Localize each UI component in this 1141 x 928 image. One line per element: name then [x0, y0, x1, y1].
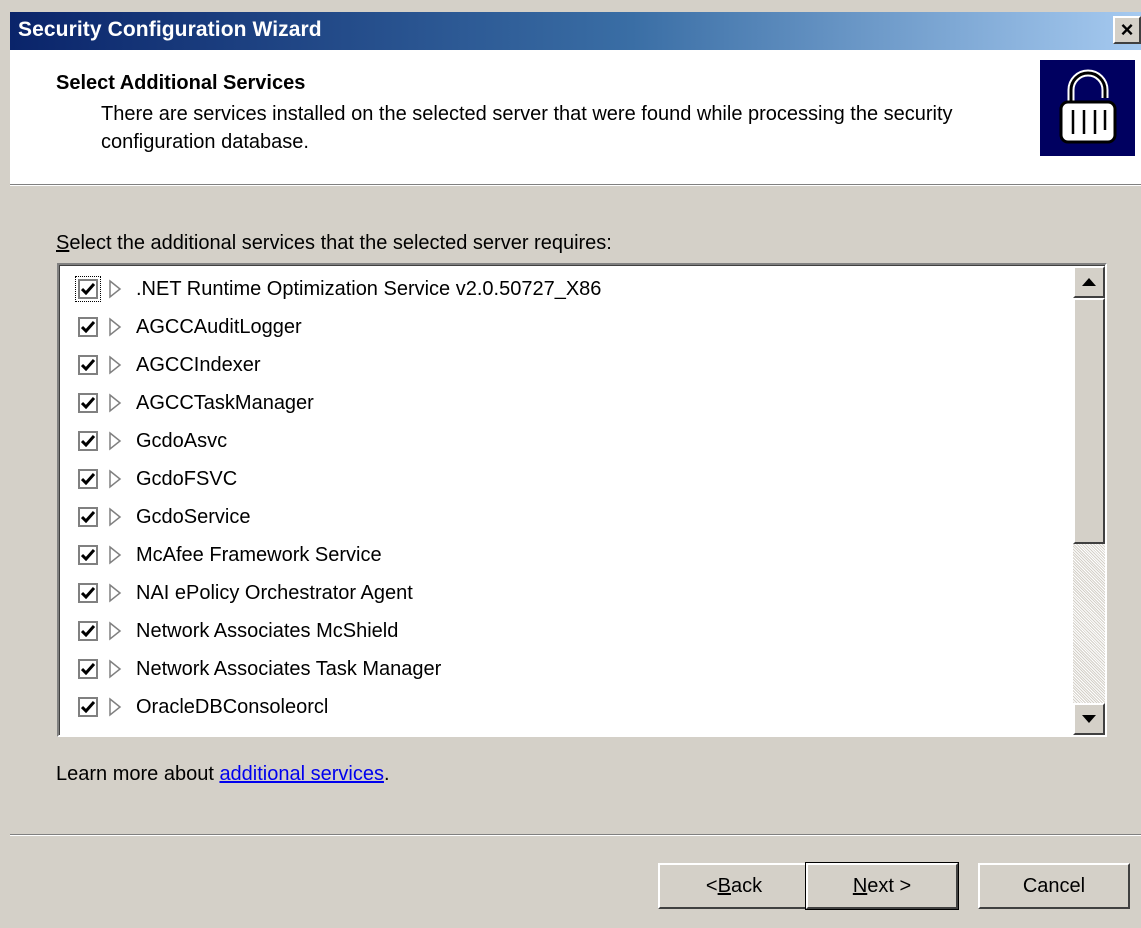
learn-more-suffix: . — [383, 763, 390, 785]
service-label: Network Associates McShield — [136, 619, 399, 642]
service-checkbox[interactable] — [75, 276, 101, 302]
checkmark-icon — [81, 701, 95, 713]
scroll-thumb[interactable] — [1073, 298, 1105, 544]
service-checkbox[interactable] — [78, 621, 98, 641]
additional-services-link[interactable]: additional services — [219, 763, 384, 785]
next-rest: ext > — [867, 874, 912, 897]
list-item[interactable]: OracleDBConsoleorcl — [78, 688, 1068, 726]
service-checkbox[interactable] — [78, 659, 98, 679]
list-item[interactable]: AGCCIndexer — [78, 346, 1068, 384]
service-label: McAfee Framework Service — [136, 543, 382, 566]
service-label: NAI ePolicy Orchestrator Agent — [136, 581, 413, 604]
cancel-button[interactable]: Cancel — [978, 863, 1130, 909]
checkmark-icon — [81, 397, 95, 409]
back-mnemonic: B — [717, 874, 731, 897]
expand-arrow-icon[interactable] — [108, 431, 122, 451]
padlock-icon — [1040, 60, 1135, 156]
checkmark-icon — [81, 435, 95, 447]
close-button[interactable]: × — [1113, 16, 1141, 44]
arrow-up-icon — [1082, 278, 1096, 286]
service-label: OracleDBConsoleorcl — [136, 695, 329, 718]
service-checkbox[interactable] — [78, 469, 98, 489]
expand-arrow-icon[interactable] — [108, 355, 122, 375]
learn-more-prefix: Learn more about — [56, 763, 220, 785]
next-button[interactable]: Next > — [805, 862, 959, 910]
header-separator — [10, 184, 1141, 186]
services-list[interactable]: .NET Runtime Optimization Service v2.0.5… — [57, 263, 1107, 737]
back-rest: ack — [730, 874, 763, 897]
service-checkbox[interactable] — [78, 697, 98, 717]
arrow-down-icon — [1082, 715, 1096, 723]
checkmark-icon — [81, 549, 95, 561]
expand-arrow-icon[interactable] — [108, 317, 122, 337]
expand-arrow-icon[interactable] — [108, 621, 122, 641]
expand-arrow-icon[interactable] — [108, 583, 122, 603]
checkmark-icon — [81, 663, 95, 675]
expand-arrow-icon[interactable] — [108, 659, 122, 679]
service-label: AGCCTaskManager — [136, 391, 314, 414]
service-label: GcdoService — [136, 505, 251, 528]
instruction-label: Select the additional services that the … — [56, 232, 612, 255]
list-item[interactable]: McAfee Framework Service — [78, 536, 1068, 574]
service-label: Network Associates Task Manager — [136, 657, 442, 680]
page-description: There are services installed on the sele… — [101, 103, 953, 153]
vertical-scrollbar[interactable] — [1073, 266, 1105, 735]
expand-arrow-icon[interactable] — [108, 393, 122, 413]
instruction-mnemonic: S — [56, 232, 70, 254]
expand-arrow-icon[interactable] — [108, 279, 122, 299]
checkmark-icon — [81, 625, 95, 637]
service-checkbox[interactable] — [78, 507, 98, 527]
list-item[interactable]: GcdoAsvc — [78, 422, 1068, 460]
footer-separator — [10, 834, 1141, 836]
service-checkbox[interactable] — [78, 545, 98, 565]
expand-arrow-icon[interactable] — [108, 507, 122, 527]
service-checkbox[interactable] — [78, 583, 98, 603]
checkmark-icon — [81, 473, 95, 485]
expand-arrow-icon[interactable] — [108, 697, 122, 717]
back-prefix: < — [705, 874, 718, 897]
page-title: Select Additional Services — [56, 72, 306, 94]
instruction-text: elect the additional services that the s… — [69, 232, 612, 254]
checkmark-icon — [81, 321, 95, 333]
list-item[interactable]: Network Associates McShield — [78, 612, 1068, 650]
list-item[interactable]: GcdoService — [78, 498, 1068, 536]
checkmark-icon — [81, 511, 95, 523]
scroll-down-button[interactable] — [1073, 703, 1105, 735]
checkmark-icon — [81, 283, 95, 295]
service-checkbox[interactable] — [78, 393, 98, 413]
service-checkbox[interactable] — [78, 317, 98, 337]
expand-arrow-icon[interactable] — [108, 469, 122, 489]
service-label: GcdoAsvc — [136, 429, 228, 452]
next-mnemonic: N — [852, 874, 868, 897]
back-button[interactable]: < Back — [658, 863, 810, 909]
service-label: GcdoFSVC — [136, 467, 238, 490]
list-item[interactable]: AGCCAuditLogger — [78, 308, 1068, 346]
window-title: Security Configuration Wizard — [18, 18, 322, 41]
close-icon: × — [1120, 17, 1134, 42]
learn-more: Learn more about additional services. — [56, 763, 390, 786]
list-item[interactable]: Network Associates Task Manager — [78, 650, 1068, 688]
service-label: AGCCAuditLogger — [136, 315, 302, 338]
title-bar[interactable]: Security Configuration Wizard × — [10, 12, 1141, 50]
service-checkbox[interactable] — [78, 431, 98, 451]
list-item[interactable]: AGCCTaskManager — [78, 384, 1068, 422]
list-item[interactable]: GcdoFSVC — [78, 460, 1068, 498]
list-item[interactable]: .NET Runtime Optimization Service v2.0.5… — [75, 270, 1068, 308]
scroll-up-button[interactable] — [1073, 266, 1105, 298]
checkmark-icon — [81, 587, 95, 599]
wizard-header: Select Additional Services There are ser… — [10, 50, 1141, 184]
expand-arrow-icon[interactable] — [108, 545, 122, 565]
service-label: AGCCIndexer — [136, 353, 261, 376]
service-checkbox[interactable] — [78, 355, 98, 375]
list-item[interactable]: NAI ePolicy Orchestrator Agent — [78, 574, 1068, 612]
checkmark-icon — [81, 359, 95, 371]
services-items: .NET Runtime Optimization Service v2.0.5… — [75, 270, 1068, 726]
service-label: .NET Runtime Optimization Service v2.0.5… — [136, 277, 602, 300]
wizard-window: Security Configuration Wizard × Select A… — [0, 0, 1141, 928]
